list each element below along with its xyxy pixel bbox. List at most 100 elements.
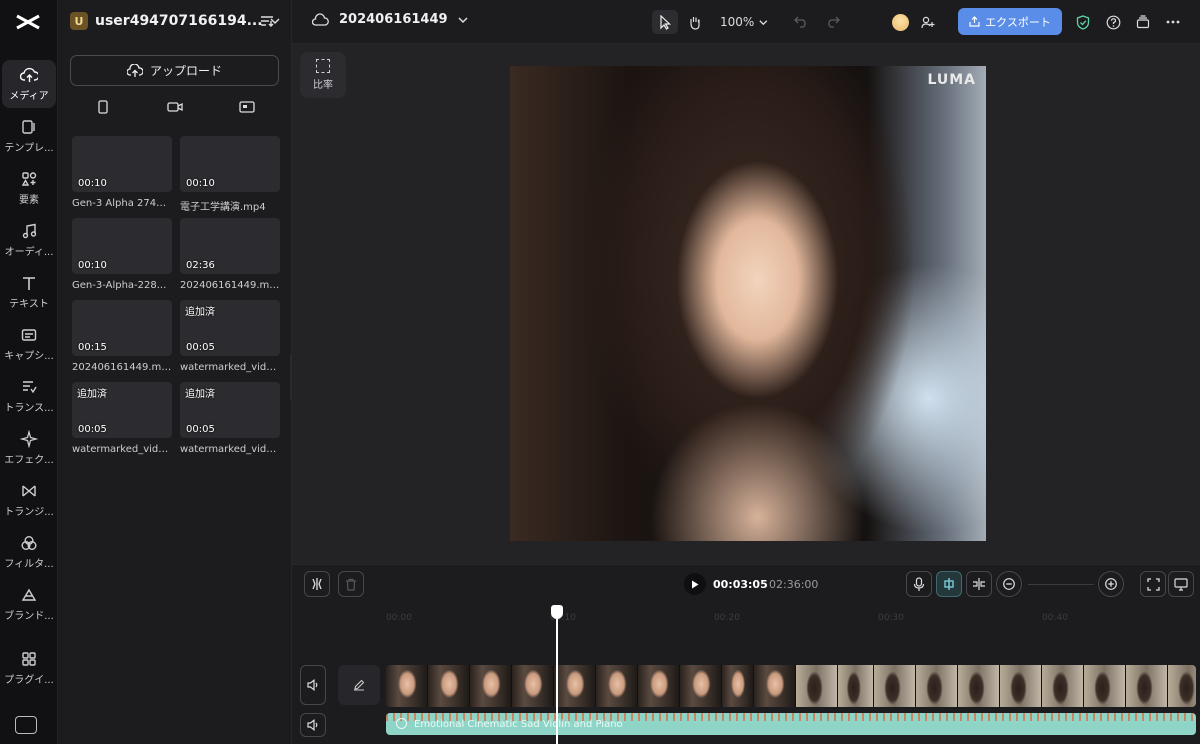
hand-tool-button[interactable]	[682, 10, 708, 34]
rail-item-5[interactable]: キャプシ...	[2, 320, 56, 368]
rail-item-label: 要素	[19, 195, 39, 206]
brand-icon	[21, 588, 37, 601]
playhead-handle[interactable]	[551, 605, 563, 619]
zoom-out-button[interactable]	[996, 571, 1022, 597]
edit-cover-button[interactable]	[338, 665, 380, 705]
media-item[interactable]: 追加済 00:05 watermarked_vide...	[180, 300, 280, 373]
ruler-tick: 00:00	[386, 613, 412, 623]
auto-snap-button[interactable]	[936, 571, 962, 597]
project-title[interactable]: 202406161449	[312, 12, 468, 27]
magnet-snap-icon	[944, 578, 954, 590]
media-filename: watermarked_vide...	[180, 444, 280, 455]
phone-icon	[98, 100, 108, 114]
pencil-icon	[354, 679, 365, 691]
rail-item-6[interactable]: トランス...	[2, 372, 56, 420]
current-time: 00:03:05	[713, 578, 768, 591]
media-item[interactable]: 00:10 電子工学講演.mp4	[180, 136, 280, 213]
media-thumbnail: 02:36	[180, 218, 280, 274]
media-thumbnail: 追加済 00:05	[72, 382, 172, 438]
playhead[interactable]	[551, 605, 563, 744]
audio-clip[interactable]: Emotional Cinematic Sad Violin and Piano	[386, 713, 1196, 735]
upload-button[interactable]: アップロード	[70, 55, 279, 86]
aspect-ratio-button[interactable]: 比率	[300, 52, 346, 98]
rail-item-label: エフェク...	[4, 455, 54, 466]
export-label: エクスポート	[985, 15, 1051, 29]
music-note-icon	[22, 223, 37, 239]
media-item[interactable]: 追加済 00:05 watermarked_vide...	[180, 382, 280, 455]
rail-item-9[interactable]: フィルタ...	[2, 528, 56, 576]
account-switcher[interactable]: U user494707166194...	[70, 10, 280, 32]
rail-item-11[interactable]: プラグイ...	[2, 644, 56, 692]
redo-button[interactable]	[822, 10, 844, 34]
transcript-icon	[23, 381, 37, 394]
help-button[interactable]	[1102, 10, 1124, 34]
pointer-icon	[660, 14, 671, 30]
media-item[interactable]: 00:10 Gen-3-Alpha-228...	[72, 218, 172, 291]
music-icon	[396, 718, 407, 729]
security-button[interactable]	[1072, 10, 1094, 34]
keyboard-shortcut-icon[interactable]	[15, 716, 37, 734]
text-icon	[23, 277, 35, 290]
rail-item-0[interactable]: メディア	[2, 60, 56, 108]
video-clip[interactable]	[386, 665, 1196, 707]
zoom-slider[interactable]	[1028, 584, 1094, 585]
undo-button[interactable]	[790, 10, 812, 34]
preview-canvas: 比率 LUMA	[292, 44, 1200, 564]
filter-video-button[interactable]	[142, 95, 208, 119]
mute-audio-track-button[interactable]	[300, 713, 326, 737]
rail-item-4[interactable]: テキスト	[2, 268, 56, 316]
media-item[interactable]: 00:10 Gen-3 Alpha 27431...	[72, 136, 172, 209]
avatar: U	[70, 12, 88, 30]
zoom-dropdown[interactable]: 100%	[720, 10, 768, 34]
split-button[interactable]	[304, 571, 330, 597]
layers-button[interactable]	[1132, 10, 1154, 34]
rail-item-label: メディア	[9, 91, 49, 102]
clip-frame	[428, 665, 470, 707]
select-tool-button[interactable]	[652, 10, 678, 34]
media-item[interactable]: 00:15 202406161449.mp4	[72, 300, 172, 373]
export-button[interactable]: エクスポート	[958, 8, 1062, 35]
more-menu-button[interactable]	[1162, 10, 1184, 34]
rail-item-1[interactable]: テンプレ...	[2, 112, 56, 160]
audio-clip-label: Emotional Cinematic Sad Violin and Piano	[414, 719, 623, 730]
rail-item-label: トランス...	[4, 403, 54, 414]
cloud-icon	[312, 13, 329, 26]
rail-item-8[interactable]: トランジ...	[2, 476, 56, 524]
added-badge: 追加済	[185, 307, 215, 318]
collaborator-avatar[interactable]	[890, 10, 910, 34]
rail-item-3[interactable]: オーディ...	[2, 216, 56, 264]
fit-timeline-button[interactable]	[1140, 571, 1166, 597]
template-icon	[22, 120, 35, 134]
clip-frame	[916, 665, 958, 707]
time-ruler[interactable]: 00:00 00:10 00:20 00:30 00:40	[386, 607, 1200, 631]
rail-item-label: プラグイ...	[4, 675, 54, 686]
clip-frame	[874, 665, 916, 707]
filter-screen-button[interactable]	[214, 95, 280, 119]
clip-frame	[512, 665, 554, 707]
zoom-in-button[interactable]	[1098, 571, 1124, 597]
link-split-icon	[973, 578, 985, 590]
top-bar: 202406161449 100% エクスポート	[292, 0, 1200, 44]
upload-label: アップロード	[149, 64, 222, 78]
play-button[interactable]	[684, 573, 706, 595]
filter-mobile-button[interactable]	[70, 95, 136, 119]
media-filename: 電子工学講演.mp4	[180, 202, 266, 213]
media-item[interactable]: 追加済 00:05 watermarked_vide...	[72, 382, 172, 455]
rail-item-2[interactable]: 要素	[2, 164, 56, 212]
media-duration: 00:05	[186, 424, 215, 435]
video-preview[interactable]: LUMA	[510, 66, 986, 541]
redo-icon	[828, 16, 840, 28]
delete-button[interactable]	[338, 571, 364, 597]
invite-button[interactable]	[916, 10, 940, 34]
record-voice-button[interactable]	[906, 571, 932, 597]
display-settings-button[interactable]	[1168, 571, 1194, 597]
rail-item-7[interactable]: エフェク...	[2, 424, 56, 472]
link-tracks-button[interactable]	[966, 571, 992, 597]
mute-video-track-button[interactable]	[300, 665, 326, 705]
sort-icon[interactable]	[260, 15, 274, 27]
speaker-icon	[306, 719, 317, 731]
rail-item-10[interactable]: ブランド...	[2, 580, 56, 628]
media-filename: Gen-3-Alpha-228...	[72, 280, 167, 291]
media-item[interactable]: 02:36 202406161449.mp4	[180, 218, 280, 291]
media-thumbnail: 00:10	[72, 218, 172, 274]
